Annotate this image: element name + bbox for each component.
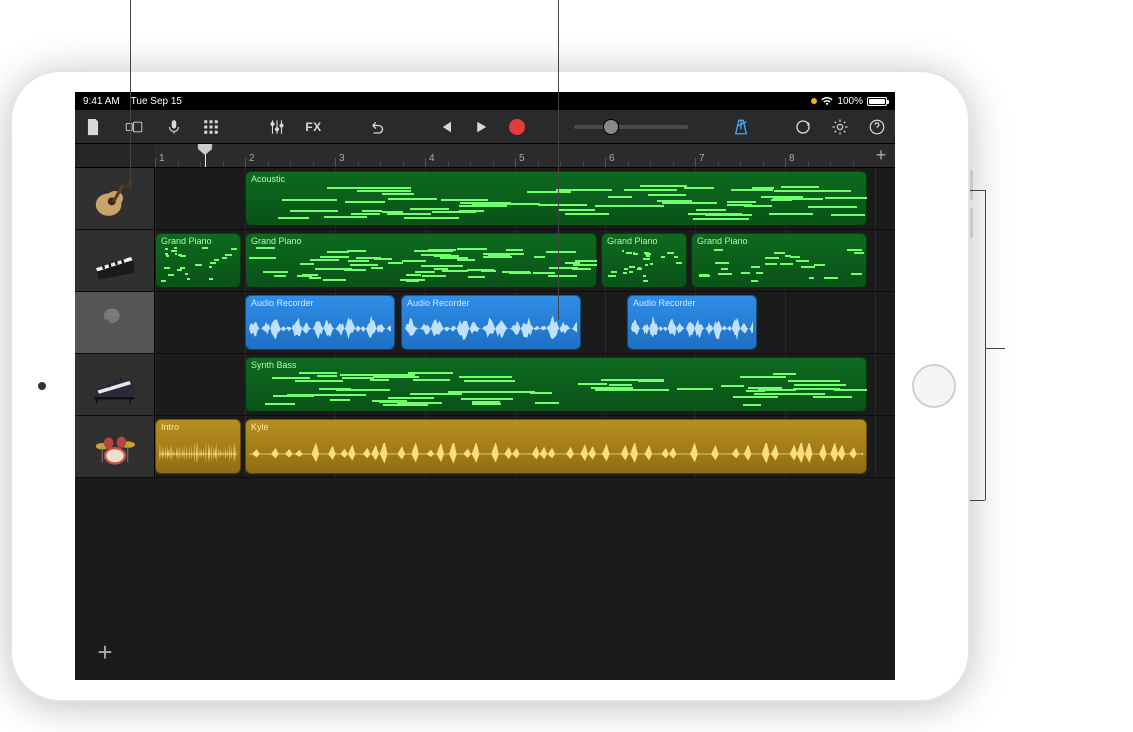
hotspot-icon: [811, 98, 817, 104]
status-bar: 9:41 AM Tue Sep 15 100%: [75, 92, 895, 110]
tracks-area: AcousticGrand PianoGrand PianoGrand Pian…: [75, 168, 895, 680]
region-midi[interactable]: Grand Piano: [691, 233, 867, 288]
callout-line: [970, 500, 985, 501]
region-midi[interactable]: Grand Piano: [601, 233, 687, 288]
track-row: Acoustic: [75, 168, 895, 230]
track-header-guitar[interactable]: [75, 168, 155, 229]
ipad-camera: [38, 382, 46, 390]
region-midi[interactable]: Acoustic: [245, 171, 867, 226]
add-section-button[interactable]: +: [867, 144, 895, 167]
track-lane[interactable]: Audio Recorder Audio Recorder Audio Record…: [155, 292, 895, 353]
region-audio[interactable]: Audio Recorder: [245, 295, 395, 350]
region-label: Audio Recorder: [251, 298, 389, 308]
ruler-gutter: [75, 144, 155, 167]
region-midi[interactable]: Synth Bass: [245, 357, 867, 412]
callout-line: [985, 190, 986, 500]
record-button[interactable]: [504, 115, 530, 139]
ruler-bar-label: 3: [339, 153, 429, 164]
help-button[interactable]: [864, 115, 889, 139]
slider-knob[interactable]: [604, 120, 618, 134]
transport-controls: [432, 115, 530, 139]
master-volume-slider[interactable]: [574, 125, 688, 129]
region-label: Grand Piano: [697, 236, 861, 246]
region-audio[interactable]: Audio Recorder: [401, 295, 581, 350]
settings-button[interactable]: [828, 115, 853, 139]
ruler-bar-label: 6: [609, 153, 699, 164]
callout-line: [558, 0, 559, 320]
ruler-bar-label: 1: [159, 153, 249, 164]
home-button[interactable]: [912, 364, 956, 408]
track-header-piano[interactable]: [75, 230, 155, 291]
ipad-frame: 9:41 AM Tue Sep 15 100%: [10, 70, 970, 702]
track-row: Grand Piano Grand Piano Grand Piano Grand P…: [75, 230, 895, 292]
track-row: Intro Kyle: [75, 416, 895, 478]
metronome-button[interactable]: [729, 115, 754, 139]
region-label: Audio Recorder: [407, 298, 575, 308]
region-label: Intro: [161, 422, 235, 432]
mic-input-button[interactable]: [162, 115, 187, 139]
region-label: Acoustic: [251, 174, 861, 184]
region-midi[interactable]: Grand Piano: [155, 233, 241, 288]
callout-line: [970, 190, 985, 191]
region-label: Audio Recorder: [633, 298, 751, 308]
ruler-bar-label: 4: [429, 153, 519, 164]
track-header-synth[interactable]: [75, 354, 155, 415]
region-drummer[interactable]: Kyle: [245, 419, 867, 474]
battery-icon: [867, 97, 887, 106]
region-label: Grand Piano: [251, 236, 591, 246]
track-lane[interactable]: Acoustic: [155, 168, 895, 229]
track-row: Audio Recorder Audio Recorder Audio Record…: [75, 292, 895, 354]
callout-line: [130, 0, 131, 190]
status-left: 9:41 AM Tue Sep 15: [83, 96, 182, 107]
region-label: Grand Piano: [161, 236, 235, 246]
go-to-start-button[interactable]: [432, 115, 458, 139]
volume-down-button[interactable]: [970, 208, 973, 238]
region-drummer[interactable]: Intro: [155, 419, 241, 474]
grid-button[interactable]: [199, 115, 224, 139]
fx-button[interactable]: FX: [301, 115, 326, 139]
region-audio[interactable]: Audio Recorder: [627, 295, 757, 350]
volume-up-button[interactable]: [970, 170, 973, 200]
toolbar: FX: [75, 110, 895, 144]
my-songs-button[interactable]: [81, 115, 106, 139]
undo-button[interactable]: [363, 115, 388, 139]
track-header-drums[interactable]: [75, 416, 155, 477]
track-lane[interactable]: Synth Bass: [155, 354, 895, 415]
loop-browser-button[interactable]: [791, 115, 816, 139]
ruler[interactable]: 12345678: [155, 144, 867, 167]
track-lane[interactable]: Intro Kyle: [155, 416, 895, 477]
ruler-bar-label: 7: [699, 153, 789, 164]
status-date: Tue Sep 15: [131, 96, 182, 107]
callout-line: [985, 348, 1005, 349]
status-time: 9:41 AM: [83, 96, 120, 107]
region-label: Synth Bass: [251, 360, 861, 370]
ruler-row: 12345678 +: [75, 144, 895, 168]
battery-percent: 100%: [837, 96, 863, 107]
screen: 9:41 AM Tue Sep 15 100%: [75, 92, 895, 680]
wifi-icon: [821, 97, 833, 106]
track-lane[interactable]: Grand Piano Grand Piano Grand Piano Grand P…: [155, 230, 895, 291]
track-header-mic[interactable]: [75, 292, 155, 353]
track-row: Synth Bass: [75, 354, 895, 416]
mixer-button[interactable]: [264, 115, 289, 139]
ruler-bar-label: 8: [789, 153, 867, 164]
browser-button[interactable]: [118, 115, 150, 139]
record-icon: [509, 119, 525, 135]
region-midi[interactable]: Grand Piano: [245, 233, 597, 288]
add-track-button[interactable]: +: [91, 638, 119, 666]
status-right: 100%: [811, 96, 887, 107]
region-label: Kyle: [251, 422, 861, 432]
ruler-bar-label: 2: [249, 153, 339, 164]
region-label: Grand Piano: [607, 236, 681, 246]
play-button[interactable]: [468, 115, 494, 139]
ruler-bar-label: 5: [519, 153, 609, 164]
